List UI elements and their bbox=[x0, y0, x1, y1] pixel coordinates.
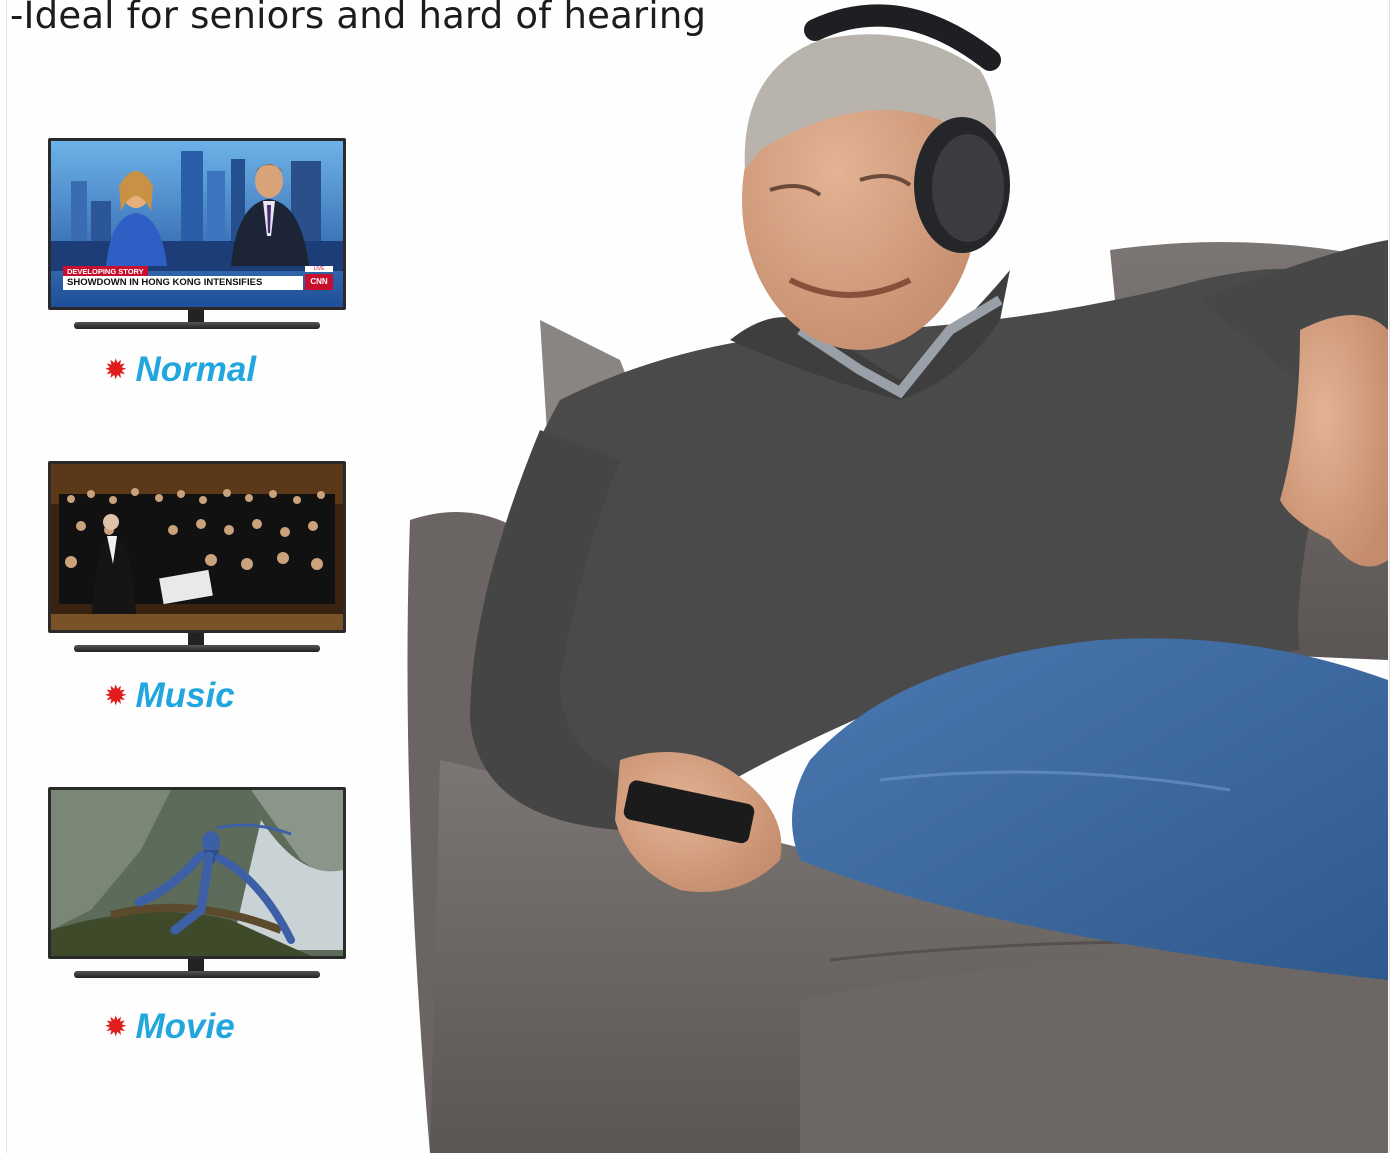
man-on-sofa-photo bbox=[407, 4, 1388, 1153]
tv-stand bbox=[74, 645, 320, 652]
star-burst-icon: ✹ bbox=[104, 353, 128, 386]
orchestra-image bbox=[51, 464, 343, 630]
live-tag: LIVE bbox=[305, 266, 333, 272]
mode-label-movie: Movie bbox=[135, 1007, 235, 1046]
network-logo: CNN bbox=[305, 274, 333, 290]
mode-movie: ✹ Movie bbox=[104, 1007, 235, 1047]
mode-normal: ✹ Normal bbox=[104, 350, 256, 390]
star-burst-icon: ✹ bbox=[104, 679, 128, 712]
tv-neck bbox=[188, 959, 204, 971]
news-ticker: DEVELOPING STORY SHOWDOWN IN HONG KONG I… bbox=[63, 266, 333, 290]
movie-screen bbox=[48, 787, 346, 959]
mode-label-normal: Normal bbox=[135, 350, 257, 389]
mode-music: ✹ Music bbox=[104, 676, 235, 716]
orchestra-screen bbox=[48, 461, 346, 633]
tv-neck bbox=[188, 310, 204, 322]
news-screen: DEVELOPING STORY SHOWDOWN IN HONG KONG I… bbox=[48, 138, 346, 310]
tv-stand bbox=[74, 322, 320, 329]
tv-neck bbox=[188, 633, 204, 645]
star-burst-icon: ✹ bbox=[104, 1010, 128, 1043]
tv-stand bbox=[74, 971, 320, 978]
news-headline: SHOWDOWN IN HONG KONG INTENSIFIES bbox=[63, 276, 303, 290]
movie-scene-image bbox=[51, 790, 343, 956]
mode-label-music: Music bbox=[135, 676, 235, 715]
